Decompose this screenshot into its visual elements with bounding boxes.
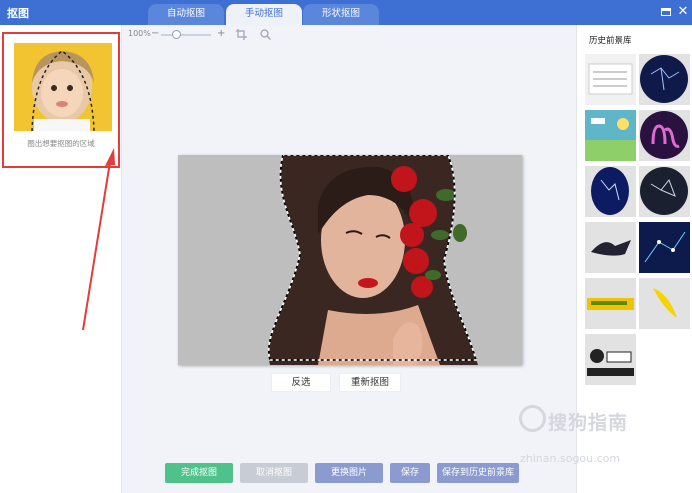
history-item-3[interactable] [585, 110, 636, 161]
history-panel-title: 历史前景库 [589, 36, 632, 46]
cancel-cutout-button[interactable]: 取消抠图 [240, 463, 308, 483]
zoom-out-button[interactable]: − [151, 28, 159, 39]
history-item-2[interactable] [639, 54, 690, 105]
history-item-6[interactable] [639, 166, 690, 217]
watermark-logo-icon [519, 405, 546, 432]
zoom-level: 100% [128, 29, 151, 38]
zoom-slider-handle[interactable] [171, 30, 181, 39]
reselect-button[interactable]: 重新抠图 [339, 373, 401, 392]
history-item-11[interactable] [585, 334, 636, 385]
zoom-in-button[interactable]: + [217, 28, 225, 39]
save-button[interactable]: 保存 [390, 463, 430, 483]
selected-image-frame[interactable]: 圈出想要抠图的区域 [2, 32, 120, 168]
tab-auto-cutout[interactable]: 自动抠图 [148, 4, 224, 25]
history-item-8[interactable] [639, 222, 690, 273]
close-icon[interactable]: ✕ [676, 5, 690, 19]
save-to-history-button[interactable]: 保存到历史前景库 [437, 463, 519, 483]
tab-manual-cutout[interactable]: 手动抠图 [226, 4, 302, 25]
watermark-text: 搜狗指南 [548, 412, 629, 434]
baby-photo-thumbnail[interactable] [14, 43, 112, 131]
change-image-button[interactable]: 更换图片 [315, 463, 383, 483]
history-item-5[interactable] [585, 166, 636, 217]
app-title: 抠图 [7, 7, 29, 20]
watermark-url: zhinan.sogou.com [520, 452, 621, 465]
history-item-10[interactable] [639, 278, 690, 329]
zoom-toolbar: 100% − + [128, 28, 288, 42]
invert-selection-button[interactable]: 反选 [271, 373, 331, 392]
left-panel: 圈出想要抠图的区域 [0, 25, 122, 493]
maximize-icon[interactable] [659, 5, 673, 19]
history-item-1[interactable] [585, 54, 636, 105]
thumbnail-caption: 圈出想要抠图的区域 [27, 139, 95, 148]
history-item-4[interactable] [639, 110, 690, 161]
history-item-7[interactable] [585, 222, 636, 273]
titlebar: 抠图 自动抠图 手动抠图 形状抠图 ✕ [0, 0, 692, 25]
finish-cutout-button[interactable]: 完成抠图 [165, 463, 233, 483]
tab-shape-cutout[interactable]: 形状抠图 [303, 4, 379, 25]
zoom-slider-track[interactable] [161, 34, 211, 36]
history-item-9[interactable] [585, 278, 636, 329]
crop-icon[interactable] [236, 29, 247, 42]
zoom-fit-icon[interactable] [260, 29, 271, 42]
editing-canvas-photo[interactable] [178, 155, 522, 365]
